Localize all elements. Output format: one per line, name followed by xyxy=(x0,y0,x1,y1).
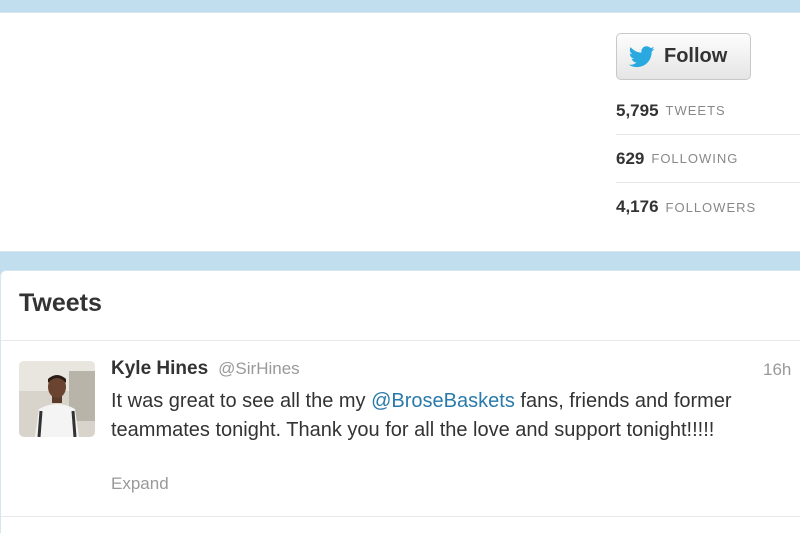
stat-followers-label: FOLLOWERS xyxy=(665,199,757,215)
stat-following-label: FOLLOWING xyxy=(651,151,739,166)
tweets-heading: Tweets xyxy=(1,271,800,341)
tweet-author-name[interactable]: Kyle Hines xyxy=(111,358,208,380)
stat-following-count: 629 xyxy=(616,148,645,168)
tweet-mention-link[interactable]: @BroseBaskets xyxy=(371,390,515,412)
twitter-bird-icon xyxy=(629,45,655,67)
tweet-text-start: It was great to see all the my xyxy=(111,390,372,412)
tweet-item[interactable]: Kyle Hines @SirHines 16h It was great to… xyxy=(1,341,800,517)
tweet-text: It was great to see all the my @BroseBas… xyxy=(111,387,791,445)
stat-following[interactable]: 629 FOLLOWING xyxy=(616,135,800,183)
tweet-header: Kyle Hines @SirHines xyxy=(111,358,300,380)
tweet-author-username[interactable]: @SirHines xyxy=(218,359,300,379)
stat-followers-count: 4,176 xyxy=(616,197,659,216)
avatar-photo xyxy=(19,361,95,437)
follow-button[interactable]: Follow xyxy=(616,33,751,80)
stat-tweets[interactable]: 5,795 TWEETS xyxy=(616,87,800,135)
profile-card: Follow 5,795 TWEETS 629 FOLLOWING 4,176 … xyxy=(0,12,800,252)
follow-button-label: Follow xyxy=(664,45,728,67)
tweets-card: Tweets Kyle Hines @SirHines 16h It was g… xyxy=(0,270,800,533)
stat-followers[interactable]: 4,176 FOLLOWERS xyxy=(616,183,800,231)
stat-tweets-count: 5,795 xyxy=(616,100,659,120)
stat-tweets-label: TWEETS xyxy=(665,103,726,118)
avatar[interactable] xyxy=(19,361,95,437)
tweet-timestamp[interactable]: 16h xyxy=(763,360,791,380)
expand-link[interactable]: Expand xyxy=(111,474,169,494)
